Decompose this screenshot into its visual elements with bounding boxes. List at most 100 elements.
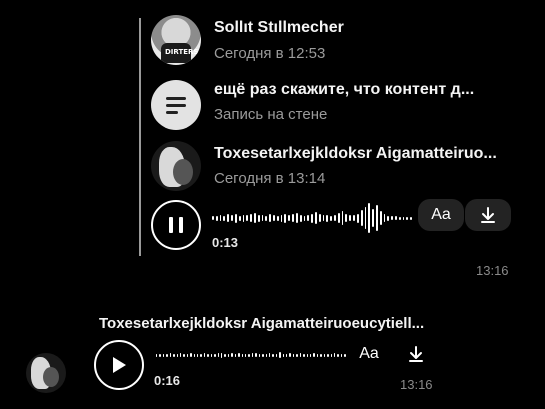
waveform-bar [364, 207, 367, 229]
transcribe-label: Aa [431, 206, 451, 223]
waveform-bar [398, 216, 401, 220]
waveform-bar [223, 215, 226, 221]
waveform-bar [286, 353, 288, 357]
waveform-bar [193, 353, 196, 357]
play-icon [113, 357, 126, 373]
waveform-bar [203, 353, 206, 357]
waveform-bar [176, 353, 178, 357]
forwarded-time: Сегодня в 13:14 [214, 170, 326, 187]
waveform-bar [190, 353, 192, 357]
waveform-bar [406, 216, 409, 220]
waveform-bar [238, 353, 240, 357]
pause-icon [169, 217, 173, 233]
pause-button[interactable] [151, 200, 201, 250]
transcribe-button[interactable]: Aa [418, 199, 464, 231]
waveform-bar [214, 353, 216, 357]
waveform-bar [200, 353, 202, 357]
waveform-bar [292, 214, 294, 222]
waveform-bar [282, 353, 285, 357]
waveform-bar [255, 353, 257, 357]
waveform-bar [314, 212, 317, 224]
waveform-bar [231, 215, 233, 221]
download-button[interactable] [465, 199, 511, 231]
waveform-bar [217, 353, 220, 357]
download-icon [481, 207, 495, 223]
voice-duration: 0:16 [154, 373, 181, 388]
waveform-bar [162, 353, 165, 357]
waveform-bar [307, 215, 310, 221]
waveform-bar [360, 210, 363, 226]
avatar[interactable] [151, 141, 201, 191]
waveform-bar [234, 353, 237, 357]
waveform-bar [227, 353, 230, 357]
waveform-bar [330, 215, 332, 221]
waveform-bar [169, 353, 172, 357]
waveform-bar [248, 353, 250, 357]
voice-waveform[interactable] [156, 345, 346, 365]
wall-post-icon[interactable] [151, 80, 201, 130]
waveform-bar [318, 214, 321, 222]
forwarded-author-name[interactable]: Toxesetarlxejkldoksr Aigamatteiruo... [214, 145, 514, 163]
wall-post-title[interactable]: ещё раз скажите, что контент д... [214, 81, 526, 99]
waveform-bar [197, 353, 199, 357]
waveform-bar [323, 353, 326, 357]
waveform-bar [251, 353, 254, 357]
waveform-bar [159, 353, 161, 357]
avatar[interactable] [26, 353, 66, 393]
waveform-bar [279, 352, 281, 358]
waveform-bar [227, 214, 230, 222]
download-button[interactable] [393, 338, 439, 370]
waveform-bar [269, 214, 271, 222]
waveform-bar [257, 214, 260, 222]
waveform-bar [383, 214, 386, 222]
waveform-bar [337, 213, 340, 223]
waveform-bar [183, 353, 185, 357]
voice-waveform[interactable] [212, 198, 413, 238]
waveform-bar [221, 352, 223, 358]
waveform-bar [166, 353, 168, 357]
sender-name[interactable]: Toxesetarlxejkldoksr Aigamatteiruoeucyti… [99, 315, 439, 332]
waveform-bar [316, 353, 319, 357]
wall-post-subtitle: Запись на стене [214, 106, 328, 123]
waveform-bar [387, 215, 390, 221]
waveform-bar [299, 353, 302, 357]
transcribe-button[interactable]: Aa [346, 338, 392, 370]
waveform-bar [275, 353, 278, 357]
waveform-bar [242, 214, 245, 222]
waveform-bar [258, 353, 261, 357]
waveform-bar [306, 353, 308, 357]
waveform-bar [356, 213, 359, 223]
play-button[interactable] [94, 340, 144, 390]
waveform-bar [353, 215, 355, 221]
waveform-bar [345, 214, 348, 222]
waveform-bar [292, 353, 295, 357]
forwarded-block-bar [139, 18, 141, 256]
avatar[interactable]: DIRTERS [151, 15, 201, 65]
waveform-bar [224, 353, 226, 357]
waveform-bar [395, 216, 397, 220]
waveform-bar [320, 353, 322, 357]
waveform-bar [261, 215, 264, 221]
waveform-bar [231, 353, 233, 357]
forwarded-author-name[interactable]: Sollıt Stıllmecher [214, 19, 534, 37]
waveform-bar [303, 353, 305, 357]
waveform-bar [246, 215, 249, 221]
waveform-bar [375, 205, 378, 231]
waveform-bar [372, 209, 374, 227]
download-icon [409, 346, 423, 362]
waveform-bar [309, 353, 312, 357]
voice-duration: 0:13 [212, 235, 239, 250]
waveform-bar [333, 353, 336, 357]
waveform-bar [313, 353, 315, 357]
waveform-bar [340, 353, 343, 357]
waveform-bar [410, 216, 413, 220]
waveform-bar [311, 213, 313, 223]
transcribe-label: Aa [359, 345, 379, 362]
waveform-bar [330, 353, 332, 357]
waveform-bar [265, 353, 267, 357]
waveform-bar [219, 215, 222, 221]
waveform-bar [295, 213, 298, 223]
waveform-bar [273, 215, 275, 221]
waveform-bar [289, 353, 291, 357]
waveform-bar [299, 214, 302, 222]
